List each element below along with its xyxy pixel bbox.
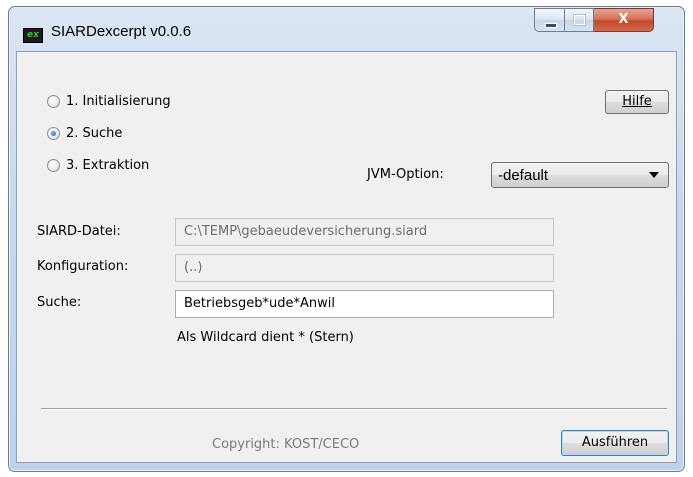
footer-separator — [41, 408, 667, 410]
configuration-label: Konfiguration: — [37, 259, 129, 274]
radio-label-extraktion: 3. Extraktion — [66, 158, 150, 173]
minimize-button[interactable] — [534, 8, 565, 32]
window-title: SIARDexcerpt v0.0.6 — [51, 23, 192, 40]
app-icon: ex — [23, 28, 43, 43]
close-icon: X — [618, 12, 629, 27]
radio-label-suche: 2. Suche — [66, 126, 123, 141]
chevron-down-icon[interactable] — [649, 172, 659, 178]
jvm-option-value: -default — [498, 167, 549, 184]
radio-initialisierung[interactable]: 1. Initialisierung — [47, 94, 171, 109]
radio-button[interactable] — [47, 95, 60, 108]
radio-suche[interactable]: 2. Suche — [47, 126, 122, 141]
search-input[interactable]: Betriebsgeb*ude*Anwil — [175, 290, 554, 318]
app-window: ex SIARDexcerpt v0.0.6 X 1. Initialisier… — [8, 6, 685, 472]
radio-label-initialisierung: 1. Initialisierung — [66, 94, 171, 109]
radio-button[interactable] — [47, 159, 60, 172]
close-button[interactable]: X — [594, 8, 654, 32]
run-button-label: Ausführen — [581, 435, 649, 450]
run-button[interactable]: Ausführen — [561, 430, 669, 456]
siard-file-label: SIARD-Datei: — [37, 224, 121, 239]
maximize-button[interactable] — [565, 8, 594, 32]
jvm-option-label: JVM-Option: — [367, 167, 444, 182]
siard-file-field[interactable]: C:\TEMP\gebaeudeversicherung.siard — [175, 218, 554, 246]
search-label: Suche: — [37, 295, 82, 310]
jvm-option-select[interactable]: -default — [491, 162, 669, 188]
help-button-label: Hilfe — [622, 94, 652, 109]
help-button[interactable]: Hilfe — [605, 90, 669, 114]
radio-extraktion[interactable]: 3. Extraktion — [47, 158, 149, 173]
caption-buttons: X — [534, 8, 678, 32]
copyright-text: Copyright: KOST/CECO — [212, 437, 360, 452]
radio-button[interactable] — [47, 127, 60, 140]
client-area: 1. Initialisierung 2. Suche 3. Extraktio… — [16, 51, 677, 463]
configuration-field[interactable]: (..) — [175, 254, 554, 282]
title-bar[interactable]: ex SIARDexcerpt v0.0.6 X — [9, 7, 684, 51]
wildcard-hint: Als Wildcard dient * (Stern) — [177, 330, 354, 345]
